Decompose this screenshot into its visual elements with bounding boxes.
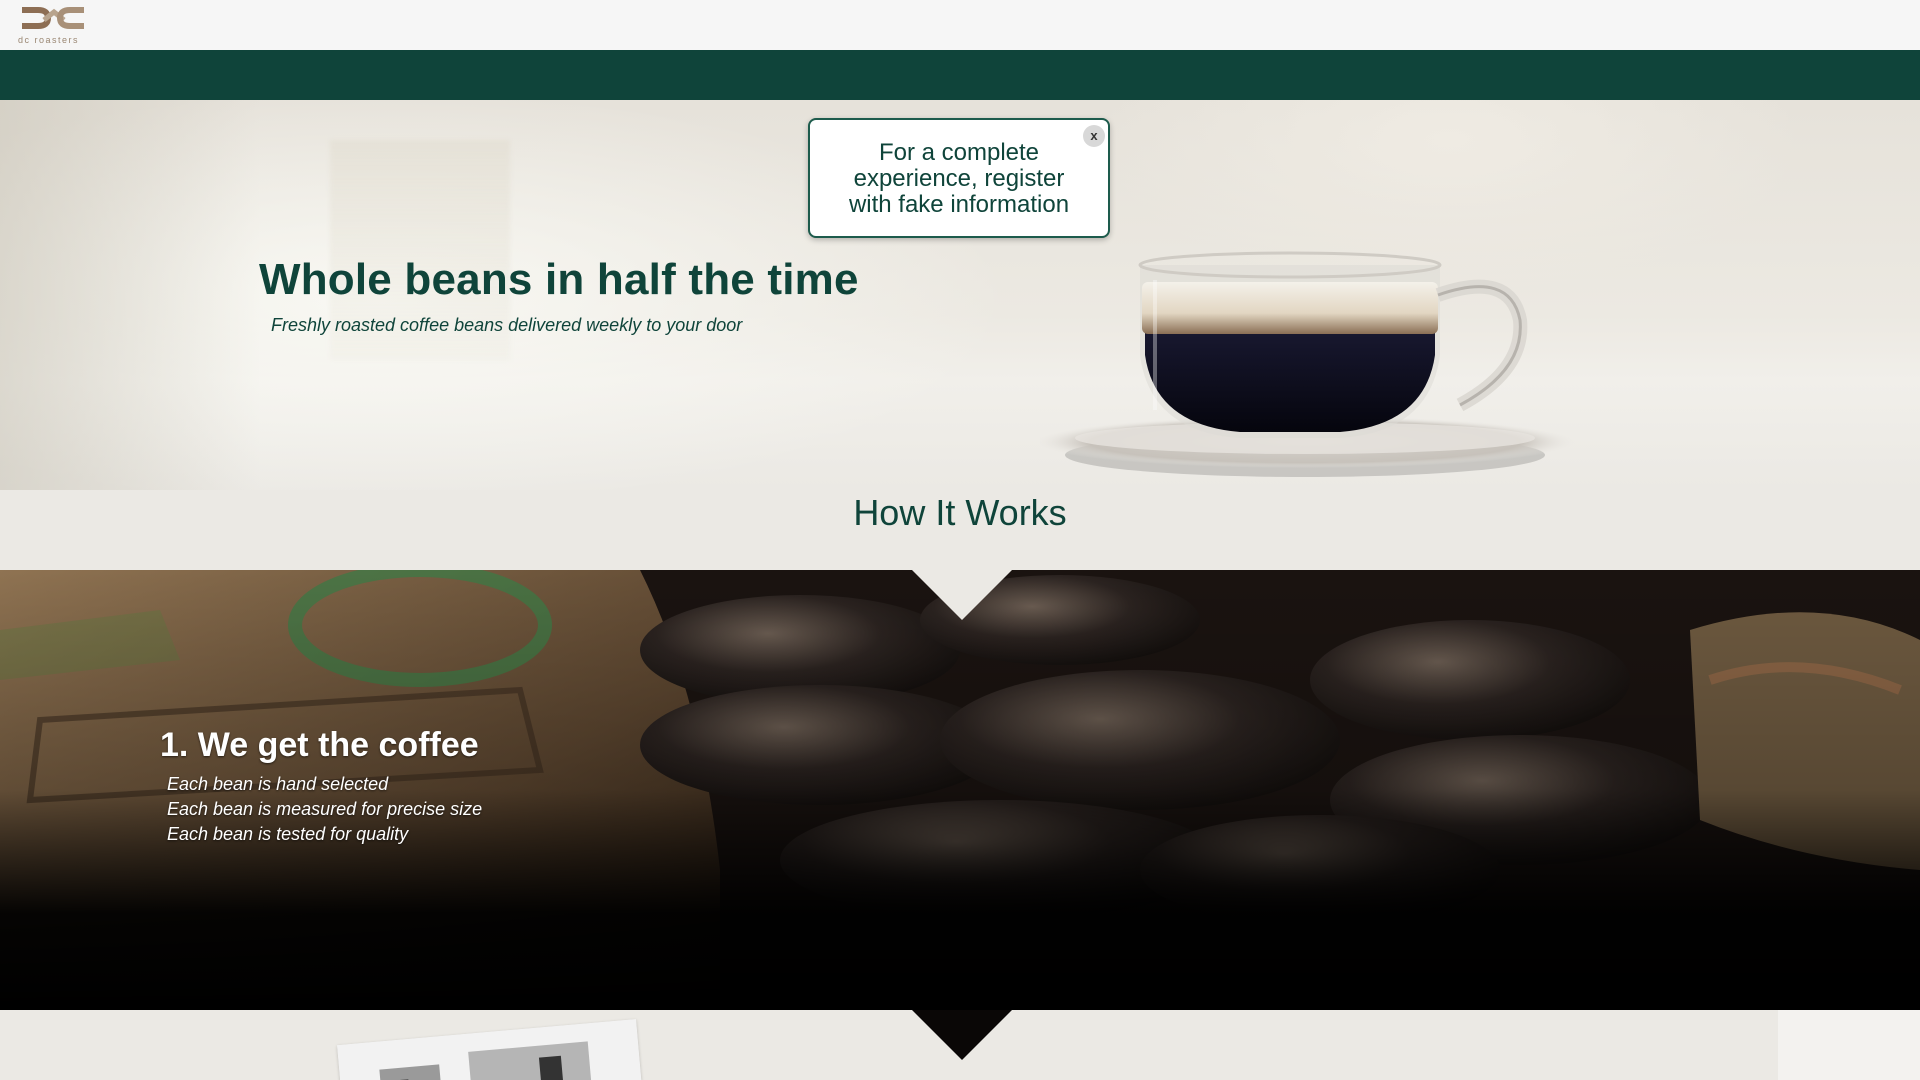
side-panel	[1778, 1010, 1920, 1080]
hero-background-shade	[0, 100, 260, 490]
list-item: Each bean is tested for quality	[167, 824, 409, 844]
step-list: Each bean is hand selected Each bean is …	[167, 772, 482, 847]
step-title: 1. We get the coffee	[160, 726, 479, 764]
nav-bar	[0, 50, 1920, 100]
top-header: dc roasters	[0, 0, 1920, 50]
section-divider-arrow	[912, 570, 1012, 620]
coffee-cup-image	[1040, 251, 1575, 477]
popup-message: For a complete experience, register with…	[848, 139, 1070, 218]
close-icon[interactable]: x	[1083, 125, 1105, 147]
list-item: Each bean is measured for precise size	[167, 799, 483, 819]
dc-roasters-logo-icon	[22, 7, 84, 29]
building-image	[337, 1019, 643, 1080]
logo-text: dc roasters	[18, 35, 80, 45]
hero-subtitle: Freshly roasted coffee beans delivered w…	[271, 315, 743, 335]
section-divider-arrow	[912, 1010, 1012, 1060]
logo-link[interactable]: dc roasters	[18, 2, 88, 48]
register-popup: x For a complete experience, register wi…	[808, 118, 1110, 238]
how-it-works-title: How It Works	[853, 492, 1067, 533]
list-item: Each bean is hand selected	[167, 774, 389, 794]
building-photo	[337, 1019, 643, 1080]
step-section: 1. We get the coffee Each bean is hand s…	[0, 570, 1920, 1010]
next-section	[0, 1010, 1920, 1080]
hero-title: Whole beans in half the time	[259, 255, 859, 304]
